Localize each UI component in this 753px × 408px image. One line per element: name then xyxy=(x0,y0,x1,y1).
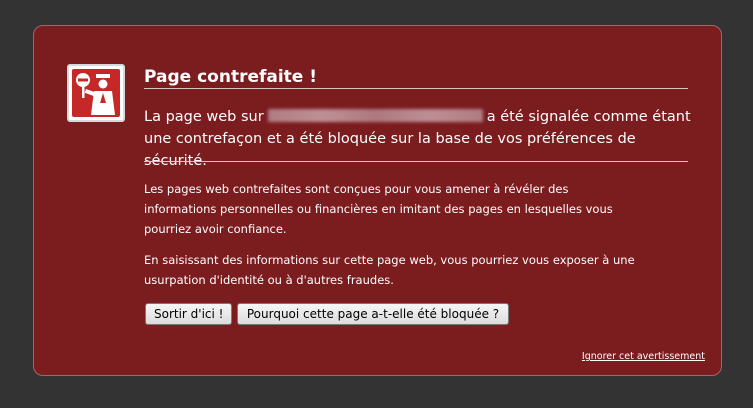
blurred-url xyxy=(267,109,483,122)
page: Page contrefaite ! La page web sur a été … xyxy=(0,0,753,408)
summary-start: La page web sur xyxy=(144,109,264,125)
summary-divider xyxy=(144,161,688,162)
title-divider xyxy=(144,88,688,89)
get-out-button[interactable]: Sortir d'ici ! xyxy=(145,303,232,325)
risk-paragraph: En saisissant des informations sur cette… xyxy=(144,253,635,287)
explanation-paragraph: Les pages web contrefaites sont conçues … xyxy=(144,182,613,236)
why-blocked-button[interactable]: Pourquoi cette page a-t-elle été bloquée… xyxy=(237,303,509,325)
warning-summary: La page web sur a été signalée comme étan… xyxy=(144,106,692,172)
page-title: Page contrefaite ! xyxy=(144,67,318,87)
police-officer-stop-icon xyxy=(67,64,125,122)
warning-panel: Page contrefaite ! La page web sur a été … xyxy=(33,25,722,376)
ignore-warning-link[interactable]: Ignorer cet avertissement xyxy=(582,351,705,362)
